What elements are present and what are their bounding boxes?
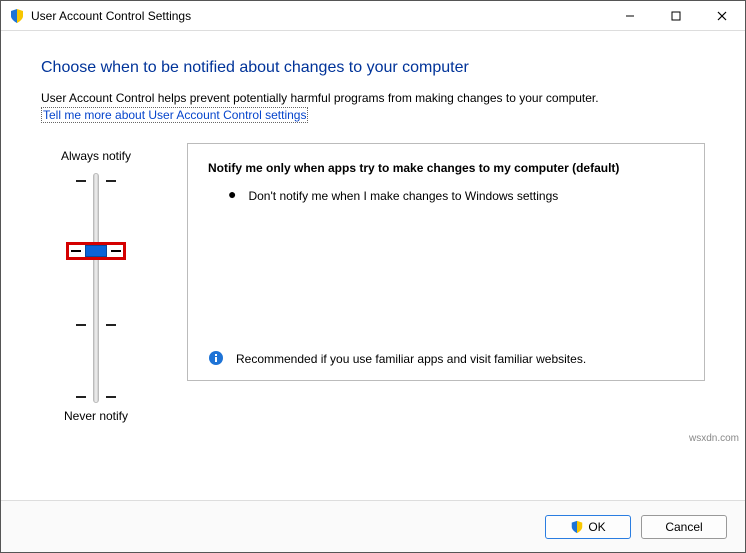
close-button[interactable] xyxy=(699,1,745,31)
content-area: Choose when to be notified about changes… xyxy=(1,31,745,500)
recommendation-text: Recommended if you use familiar apps and… xyxy=(236,350,586,368)
level-bullet: ● Don't notify me when I make changes to… xyxy=(208,187,684,205)
level-description-panel: Notify me only when apps try to make cha… xyxy=(187,143,705,381)
info-icon xyxy=(208,350,224,366)
uac-settings-window: User Account Control Settings Choose whe… xyxy=(0,0,746,553)
page-heading: Choose when to be notified about changes… xyxy=(41,59,705,77)
recommendation-row: Recommended if you use familiar apps and… xyxy=(208,350,684,368)
ok-button-label: OK xyxy=(588,520,605,534)
learn-more-link[interactable]: Tell me more about User Account Control … xyxy=(41,107,308,123)
slider-thumb[interactable] xyxy=(66,242,126,260)
titlebar: User Account Control Settings xyxy=(1,1,745,31)
minimize-button[interactable] xyxy=(607,1,653,31)
window-controls xyxy=(607,1,745,31)
cancel-button[interactable]: Cancel xyxy=(641,515,727,539)
slider-bottom-label: Never notify xyxy=(41,409,151,423)
shield-icon xyxy=(570,520,584,534)
slider-top-label: Always notify xyxy=(41,149,151,163)
description-text: User Account Control helps prevent poten… xyxy=(41,91,705,105)
shield-icon xyxy=(9,8,25,24)
maximize-button[interactable] xyxy=(653,1,699,31)
bullet-icon: ● xyxy=(228,187,236,205)
notification-slider-column: Always notify xyxy=(41,143,151,433)
dialog-footer: OK Cancel xyxy=(1,500,745,552)
bullet-text: Don't notify me when I make changes to W… xyxy=(248,187,558,205)
watermark-text: wsxdn.com xyxy=(689,433,739,444)
level-title: Notify me only when apps try to make cha… xyxy=(208,160,684,177)
cancel-button-label: Cancel xyxy=(665,520,702,534)
notification-slider[interactable] xyxy=(41,173,151,403)
ok-button[interactable]: OK xyxy=(545,515,631,539)
window-title: User Account Control Settings xyxy=(31,9,191,23)
